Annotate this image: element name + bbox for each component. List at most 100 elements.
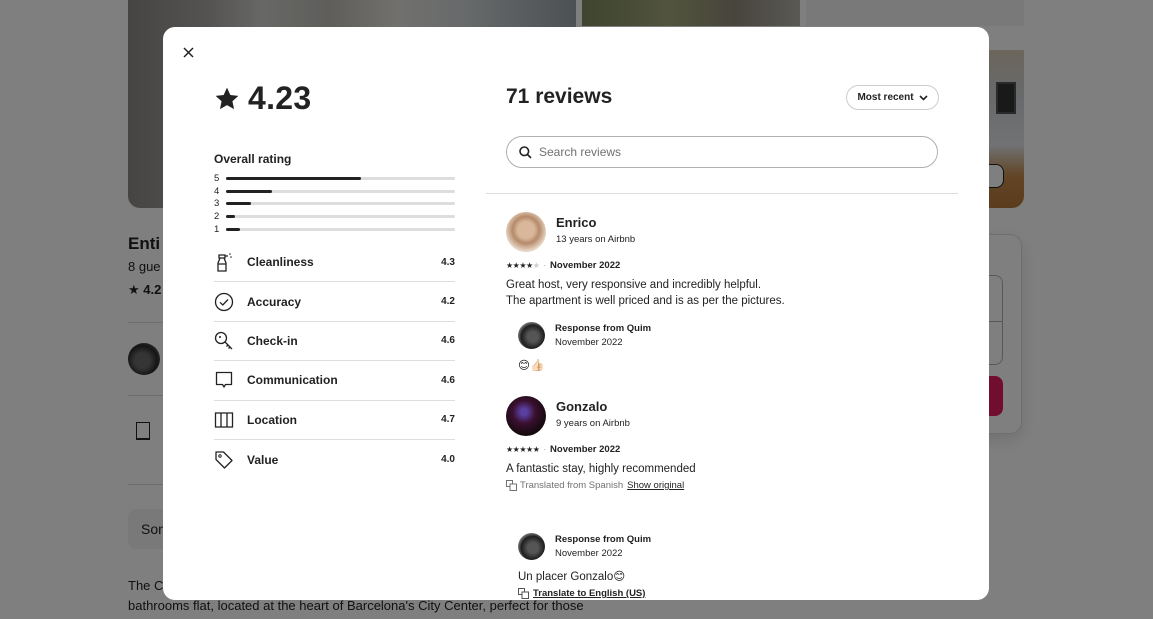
- star-filled-icon: ★: [519, 260, 527, 270]
- show-original-link[interactable]: Show original: [627, 480, 684, 491]
- overall-rating-heading: 4.23: [214, 80, 311, 117]
- distribution-fill: [226, 215, 236, 219]
- review-meta: ★ ★ ★ ★ ★ · November 2022: [506, 260, 620, 271]
- distribution-star-label: 1: [214, 223, 220, 235]
- reviews-count-title: 71 reviews: [506, 85, 613, 108]
- distribution-fill: [226, 176, 362, 180]
- host-avatar: [518, 322, 545, 349]
- review-text: A fantastic stay, highly recommended: [506, 461, 696, 477]
- search-reviews-field[interactable]: [506, 136, 938, 168]
- search-icon: [519, 145, 532, 159]
- overall-rating-value: 4.23: [248, 80, 312, 116]
- response-from: Response from Quim: [555, 323, 652, 334]
- key-icon: [214, 331, 234, 351]
- reviewer-name: Gonzalo: [556, 399, 608, 414]
- category-name: Accuracy: [247, 294, 302, 309]
- category-check-in: Check-in 4.6: [214, 322, 455, 362]
- review-meta: ★ ★ ★ ★ ★ · November 2022: [506, 444, 620, 455]
- sort-dropdown[interactable]: Most recent: [846, 85, 939, 110]
- category-name: Value: [247, 452, 279, 467]
- response-date: November 2022: [555, 548, 623, 559]
- category-location: Location 4.7: [214, 401, 455, 440]
- distribution-row: 5: [214, 172, 455, 185]
- response-text: Un placer Gonzalo😊: [518, 571, 626, 583]
- review-stars: ★ ★ ★ ★ ★: [506, 260, 540, 270]
- distribution-star-label: 4: [214, 185, 220, 197]
- review-date: November 2022: [550, 260, 621, 271]
- category-value: 4.6: [441, 374, 455, 386]
- star-filled-icon: ★: [526, 260, 533, 270]
- category-ratings: Cleanliness 4.3 Accuracy 4.2 Check-in 4.…: [214, 243, 455, 479]
- distribution-fill: [226, 227, 240, 231]
- category-accuracy: Accuracy 4.2: [214, 282, 455, 322]
- category-name: Communication: [247, 373, 338, 388]
- star-icon: [215, 87, 239, 109]
- distribution-row: 4: [214, 185, 455, 198]
- distribution-track: [226, 189, 455, 193]
- speech-bubble-icon: [214, 370, 234, 390]
- response-from: Response from Quim: [555, 534, 652, 545]
- distribution-fill: [226, 189, 272, 193]
- star-filled-icon: ★: [519, 444, 527, 454]
- distribution-row: 1: [214, 223, 455, 236]
- distribution-track: [226, 176, 455, 180]
- translation-note: Translated from Spanish Show original: [506, 480, 684, 491]
- translate-icon: [506, 480, 517, 491]
- star-filled-icon: ★: [526, 444, 533, 454]
- distribution-star-label: 2: [214, 211, 220, 223]
- reviews-modal: 4.23 Overall rating 5 4 3 2 1 Cleanlines…: [163, 27, 989, 600]
- translated-from-label: Translated from Spanish: [520, 480, 624, 491]
- response-text: 😊👍🏻: [518, 360, 545, 372]
- chevron-down-icon: [918, 94, 928, 101]
- map-icon: [214, 410, 234, 430]
- review-text-line: A fantastic stay, highly recommended: [506, 463, 696, 475]
- review-stars: ★ ★ ★ ★ ★: [506, 444, 540, 454]
- category-cleanliness: Cleanliness 4.3: [214, 243, 455, 283]
- overall-rating-label: Overall rating: [214, 152, 292, 166]
- separator-dot: ·: [543, 261, 547, 270]
- rating-distribution: 5 4 3 2 1: [214, 172, 455, 236]
- category-value: 4.7: [441, 414, 455, 426]
- category-communication: Communication 4.6: [214, 361, 455, 401]
- star-filled-icon: ★: [532, 444, 540, 454]
- reviewer-tenure: 9 years on Airbnb: [556, 418, 630, 429]
- distribution-track: [226, 202, 455, 206]
- check-circle-icon: [214, 292, 234, 312]
- star-filled-icon: ★: [506, 260, 513, 270]
- translate-to-english-link[interactable]: Translate to English (US): [533, 588, 645, 599]
- review-date: November 2022: [550, 444, 621, 455]
- host-avatar: [518, 533, 545, 560]
- category-name: Location: [247, 412, 297, 427]
- star-filled-icon: ★: [512, 444, 520, 454]
- distribution-star-label: 5: [214, 172, 220, 184]
- star-empty-icon: ★: [532, 260, 540, 270]
- tag-icon: [214, 450, 234, 470]
- category-value: 4.6: [441, 335, 455, 347]
- distribution-row: 2: [214, 210, 455, 223]
- close-button[interactable]: [176, 40, 200, 64]
- distribution-fill: [226, 202, 252, 206]
- star-filled-icon: ★: [506, 444, 513, 454]
- reviewer-tenure: 13 years on Airbnb: [556, 234, 636, 245]
- reviewer-name: Enrico: [556, 215, 597, 230]
- review-text: Great host, very responsive and incredib…: [506, 277, 785, 309]
- category-value: 4.2: [441, 296, 455, 308]
- sort-label: Most recent: [857, 92, 914, 103]
- category-name: Check-in: [247, 333, 298, 348]
- reviewer-avatar[interactable]: [506, 212, 546, 252]
- separator-dot: ·: [543, 445, 547, 454]
- host-response: Response from Quim November 2022 Un plac…: [518, 533, 938, 600]
- reviewer-avatar[interactable]: [506, 396, 546, 436]
- divider: [486, 193, 958, 194]
- distribution-track: [226, 215, 455, 219]
- category-value: 4.0: [441, 454, 455, 466]
- review-text-line: The apartment is well priced and is as p…: [506, 295, 785, 307]
- review-text-line: Great host, very responsive and incredib…: [506, 279, 762, 291]
- category-value: Value 4.0: [214, 440, 455, 479]
- distribution-row: 3: [214, 198, 455, 211]
- category-name: Cleanliness: [247, 255, 314, 270]
- response-date: November 2022: [555, 337, 623, 348]
- translate-response: Translate to English (US): [518, 588, 645, 599]
- search-reviews-input[interactable]: [539, 145, 919, 159]
- close-icon: [182, 46, 194, 58]
